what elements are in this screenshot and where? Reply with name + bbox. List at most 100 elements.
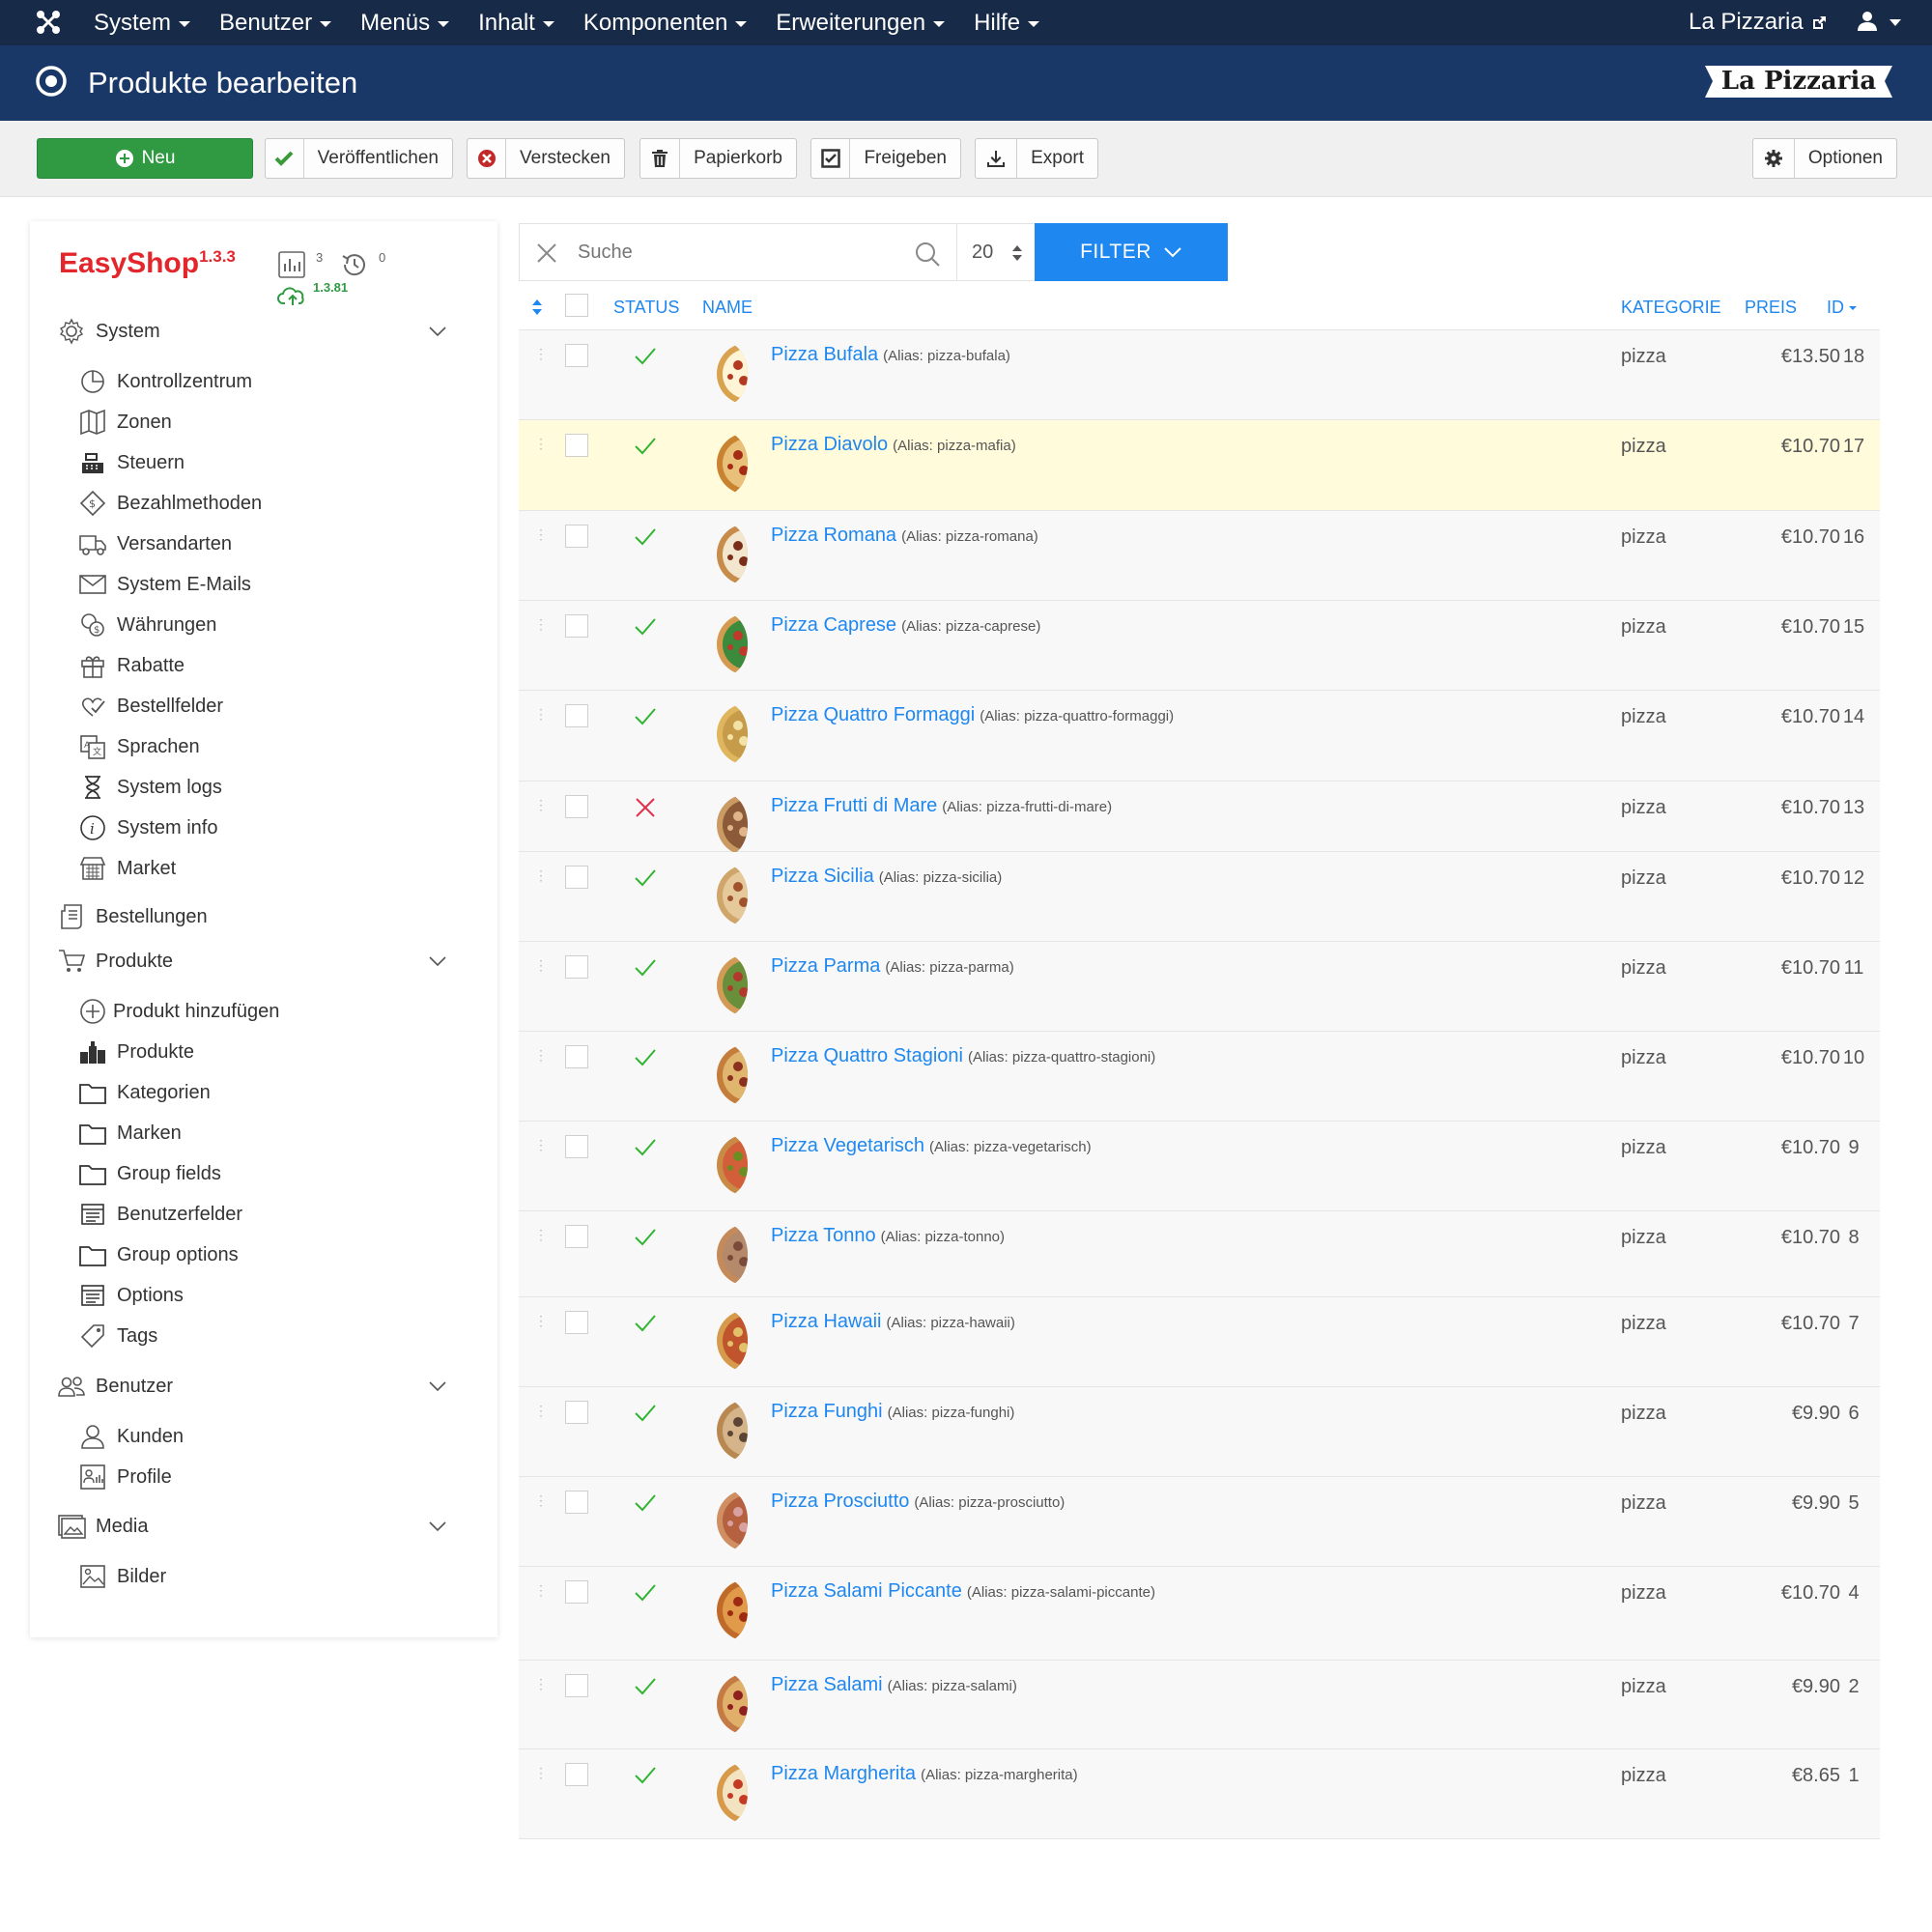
nav-steuern[interactable]: Steuern [78,445,185,480]
row-checkbox[interactable] [565,614,588,638]
nav-produkte[interactable]: Produkte [78,1035,194,1069]
header-id[interactable]: ID [1827,298,1857,318]
product-name-link[interactable]: Pizza Hawaii (Alias: pizza-hawaii) [771,1311,1015,1333]
joomla-logo-icon[interactable] [35,9,62,36]
status-toggle[interactable] [633,344,658,374]
drag-handle-icon[interactable]: ⋮ [534,1766,548,1779]
row-checkbox[interactable] [565,866,588,889]
product-name-link[interactable]: Pizza Diavolo (Alias: pizza-mafia) [771,434,1016,456]
drag-handle-icon[interactable]: ⋮ [534,1048,548,1062]
status-toggle[interactable] [633,1045,658,1075]
row-checkbox[interactable] [565,1674,588,1697]
menu-hilfe[interactable]: Hilfe [974,0,1040,45]
nav-market[interactable]: Market [78,851,176,886]
product-name-link[interactable]: Pizza Tonno (Alias: pizza-tonno) [771,1225,1005,1247]
drag-handle-icon[interactable]: ⋮ [534,1583,548,1597]
drag-handle-icon[interactable]: ⋮ [534,437,548,450]
nav-system-logs[interactable]: System logs [78,770,222,805]
product-name-link[interactable]: Pizza Prosciutto (Alias: pizza-prosciutto… [771,1491,1065,1513]
product-name-link[interactable]: Pizza Frutti di Mare (Alias: pizza-frutti… [771,795,1112,817]
nav-bestellungen[interactable]: Bestellungen [57,899,208,934]
nav-bezahlmethoden[interactable]: $ Bezahlmethoden [78,486,262,521]
drag-handle-icon[interactable]: ⋮ [534,707,548,721]
product-name-link[interactable]: Pizza Sicilia (Alias: pizza-sicilia) [771,866,1002,888]
row-checkbox[interactable] [565,1311,588,1334]
cloud-upload-icon[interactable] [277,285,308,306]
nav-bilder[interactable]: Bilder [78,1559,166,1594]
search-icon[interactable] [914,241,941,268]
nav-sprachen[interactable]: A 文 Sprachen [78,729,200,764]
nav-zonen[interactable]: Zonen [78,405,172,440]
user-menu[interactable] [1857,10,1903,40]
drag-handle-icon[interactable]: ⋮ [534,798,548,811]
header-status[interactable]: STATUS [613,298,679,318]
menu-system[interactable]: System [94,0,191,45]
status-toggle[interactable] [633,1311,658,1341]
nav-produkt-hinzufuegen[interactable]: Produkt hinzufügen [78,994,279,1029]
status-toggle[interactable] [633,955,658,985]
drag-handle-icon[interactable]: ⋮ [534,958,548,972]
drag-handle-icon[interactable]: ⋮ [534,617,548,631]
nav-benutzerfelder[interactable]: Benutzerfelder [78,1197,242,1232]
status-toggle[interactable] [633,704,658,734]
nav-group-fields[interactable]: Group fields [78,1156,221,1191]
status-toggle[interactable] [633,1491,658,1520]
row-checkbox[interactable] [565,955,588,979]
product-name-link[interactable]: Pizza Bufala (Alias: pizza-bufala) [771,344,1010,366]
menu-komponenten[interactable]: Komponenten [583,0,748,45]
product-name-link[interactable]: Pizza Quattro Stagioni (Alias: pizza-quat… [771,1045,1155,1067]
search-input[interactable] [578,236,887,269]
nav-rabatte[interactable]: Rabatte [78,648,185,683]
trash-button[interactable]: Papierkorb [639,138,797,179]
nav-system-info[interactable]: i System info [78,810,217,845]
drag-handle-icon[interactable]: ⋮ [534,1493,548,1507]
row-checkbox[interactable] [565,1135,588,1158]
filter-button[interactable]: FILTER [1035,223,1228,281]
nav-kategorien[interactable]: Kategorien [78,1075,211,1110]
row-checkbox[interactable] [565,525,588,548]
status-toggle[interactable] [633,434,658,464]
row-checkbox[interactable] [565,795,588,818]
nav-profile[interactable]: Profile [78,1460,172,1494]
status-toggle[interactable] [633,866,658,895]
drag-handle-icon[interactable]: ⋮ [534,1138,548,1151]
row-checkbox[interactable] [565,1401,588,1424]
select-all-checkbox[interactable] [565,294,588,317]
product-name-link[interactable]: Pizza Quattro Formaggi (Alias: pizza-quat… [771,704,1174,726]
product-name-link[interactable]: Pizza Salami Piccante (Alias: pizza-salam… [771,1580,1155,1603]
product-name-link[interactable]: Pizza Romana (Alias: pizza-romana) [771,525,1038,547]
menu-inhalt[interactable]: Inhalt [478,0,554,45]
status-toggle[interactable] [633,1225,658,1255]
row-checkbox[interactable] [565,434,588,457]
nav-group-system[interactable]: System [57,314,482,349]
nav-group-options[interactable]: Group options [78,1237,239,1272]
product-name-link[interactable]: Pizza Vegetarisch (Alias: pizza-vegetaris… [771,1135,1092,1157]
product-name-link[interactable]: Pizza Margherita (Alias: pizza-margherita… [771,1763,1078,1785]
drag-handle-icon[interactable]: ⋮ [534,1314,548,1327]
ordering-sort-icon[interactable] [531,298,543,317]
nav-versandarten[interactable]: Versandarten [78,526,232,561]
nav-group-produkte[interactable]: Produkte [57,944,482,979]
row-checkbox[interactable] [565,344,588,367]
status-toggle[interactable] [633,1135,658,1165]
status-toggle[interactable] [633,1401,658,1431]
status-toggle[interactable] [633,795,658,825]
header-category[interactable]: KATEGORIE [1621,298,1721,318]
hide-button[interactable]: Verstecken [467,138,625,179]
header-price[interactable]: PREIS [1745,298,1797,318]
status-toggle[interactable] [633,614,658,644]
menu-menus[interactable]: Menüs [360,0,450,45]
options-button[interactable]: Optionen [1752,138,1897,179]
drag-handle-icon[interactable]: ⋮ [534,1677,548,1690]
list-limit-select[interactable]: 20 [956,223,1036,281]
nav-group-media[interactable]: Media [57,1509,482,1544]
export-button[interactable]: Export [975,138,1098,179]
product-name-link[interactable]: Pizza Funghi (Alias: pizza-funghi) [771,1401,1014,1423]
nav-marken[interactable]: Marken [78,1116,182,1151]
drag-handle-icon[interactable]: ⋮ [534,868,548,882]
drag-handle-icon[interactable]: ⋮ [534,527,548,541]
clear-search-icon[interactable] [535,242,558,265]
row-checkbox[interactable] [565,1491,588,1514]
header-name[interactable]: NAME [702,298,753,318]
nav-kontrollzentrum[interactable]: Kontrollzentrum [78,364,252,399]
